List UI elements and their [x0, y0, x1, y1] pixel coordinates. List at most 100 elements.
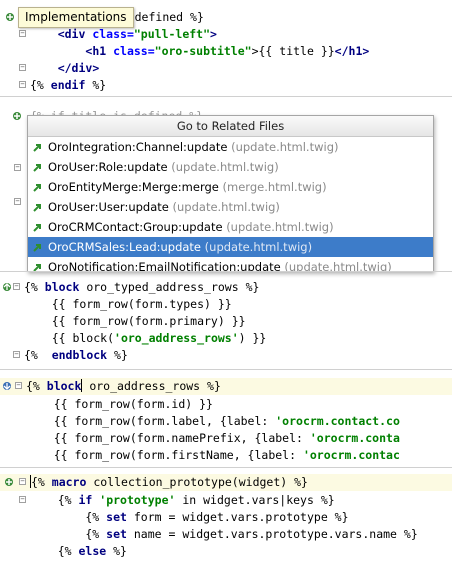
code-line[interactable]: {{ form_row(form.id) }}: [0, 396, 452, 413]
code-line[interactable]: − {% if 'prototype' in widget.vars|keys …: [0, 492, 452, 509]
fold-icon[interactable]: −: [19, 64, 26, 71]
code-line[interactable]: {% set form = widget.vars.prototype %}: [0, 509, 452, 526]
code-text: {{ block(: [24, 331, 115, 345]
fold-icon[interactable]: −: [19, 496, 26, 503]
related-file-item[interactable]: OroNotification:EmailNotification:update…: [28, 257, 433, 271]
attr-value: "oro-subtitle": [154, 44, 252, 58]
implementations-marker-icon[interactable]: [12, 111, 22, 121]
related-file-item[interactable]: OroUser:User:update (update.html.twig): [28, 197, 433, 217]
code-line-current[interactable]: − {% block oro_address_rows %}: [0, 378, 452, 395]
html-attr: class=: [92, 27, 134, 41]
implementations-marker-icon[interactable]: [4, 477, 14, 487]
twig-keyword: endblock: [51, 348, 108, 362]
twig-keyword: set: [106, 510, 127, 524]
code-text: {{ form_row(form.id) }}: [26, 397, 213, 411]
related-file-name: OroCRMSales:Lead:update: [48, 240, 202, 254]
fold-icon[interactable]: −: [19, 30, 26, 37]
overrides-marker-icon[interactable]: [2, 381, 12, 391]
string-literal: 'prototype': [99, 493, 176, 507]
code-line[interactable]: − {% endblock %}: [0, 347, 452, 364]
attr-value: "pull-left": [133, 27, 211, 41]
html-tag: <h1: [85, 44, 114, 58]
fold-icon[interactable]: −: [14, 164, 21, 171]
code-text: in widget.vars|keys %}: [175, 493, 335, 507]
twig-keyword: else: [78, 544, 107, 558]
navigate-arrow-icon: [33, 164, 41, 172]
fold-icon[interactable]: −: [19, 81, 26, 88]
related-file-path: (update.html.twig): [226, 220, 334, 234]
string-literal: 'orocrm.contac: [302, 448, 400, 462]
code-line[interactable]: {{ form_row(form.label, {label: 'orocrm.…: [0, 413, 452, 430]
related-file-item[interactable]: OroIntegration:Channel:update (update.ht…: [28, 137, 433, 157]
twig-keyword: macro: [51, 475, 87, 489]
related-file-path: (merge.html.twig): [222, 180, 327, 194]
fold-icon[interactable]: −: [19, 478, 26, 485]
code-text: {%: [24, 348, 52, 362]
related-file-path: (update.html.twig): [204, 240, 313, 254]
twig-keyword: if: [78, 493, 93, 507]
code-text: {{ form_row(form.namePrefix, {label:: [26, 431, 310, 445]
code-line[interactable]: {{ form_row(form.types) }}: [0, 296, 452, 313]
related-file-item[interactable]: OroCRMContact:Group:update (update.html.…: [28, 217, 433, 237]
code-text: {%: [31, 475, 52, 489]
code-line[interactable]: {% set name = widget.vars.prototype.vars…: [0, 526, 452, 543]
fold-icon[interactable]: −: [15, 382, 22, 389]
editor-panel-4: − {% block oro_address_rows %} {{ form_r…: [0, 378, 452, 466]
fold-icon[interactable]: −: [14, 198, 21, 205]
related-file-name: OroUser:User:update: [48, 200, 169, 214]
related-file-name: OroUser:Role:update: [48, 160, 168, 174]
code-line[interactable]: {% else %}: [0, 543, 452, 560]
divider: [0, 271, 452, 272]
code-line-current[interactable]: − {% macro collection_prototype(widget) …: [0, 474, 452, 491]
code-line[interactable]: {{ form_row(form.primary) }}: [0, 313, 452, 330]
code-text: {%: [30, 493, 79, 507]
code-line[interactable]: − </div>: [0, 60, 452, 77]
fold-icon[interactable]: −: [13, 283, 20, 290]
code-text: {%: [30, 510, 107, 524]
related-file-item[interactable]: OroEntityMerge:Merge:merge (merge.html.t…: [28, 177, 433, 197]
code-text: {%: [24, 280, 45, 294]
code-text: {{ form_row(form.label, {label:: [26, 414, 276, 428]
code-line[interactable]: {{ form_row(form.firstName, {label: 'oro…: [0, 447, 452, 464]
code-text: form = widget.vars.prototype %}: [126, 510, 349, 524]
code-text: ) }}: [238, 331, 267, 345]
code-line[interactable]: <h1 class="oro-subtitle">{{ title }}</h1…: [0, 43, 452, 60]
navigate-arrow-icon: [33, 184, 41, 192]
related-file-item[interactable]: OroCRMSales:Lead:update (update.html.twi…: [28, 237, 433, 257]
twig-keyword: set: [106, 527, 127, 541]
code-line[interactable]: − {% block oro_typed_address_rows %}: [0, 279, 452, 296]
code-text: %}: [107, 348, 128, 362]
related-file-item[interactable]: OroUser:Role:update (update.html.twig): [28, 157, 433, 177]
html-tag: </div>: [57, 61, 100, 75]
code-text: {%: [30, 544, 79, 558]
string-literal: 'oro_address_rows': [114, 331, 239, 345]
implementations-marker-icon[interactable]: [5, 12, 15, 22]
code-text: %}: [85, 78, 107, 92]
code-line[interactable]: {{ form_row(form.namePrefix, {label: 'or…: [0, 430, 452, 447]
overridden-marker-icon[interactable]: [2, 282, 12, 292]
code-text: >{{ title }}: [251, 44, 335, 58]
code-text: {{ form_row(form.primary) }}: [24, 314, 246, 328]
code-text: oro_address_rows %}: [82, 379, 221, 393]
navigate-arrow-icon: [33, 204, 41, 212]
related-file-path: (update.html.twig): [231, 140, 339, 154]
code-text: {{ form_row(form.types) }}: [24, 297, 232, 311]
html-attr: class=: [113, 44, 155, 58]
divider: [0, 467, 452, 468]
code-line[interactable]: {{ block('oro_address_rows') }}: [0, 330, 452, 347]
code-text: {{ form_row(form.firstName, {label:: [26, 448, 303, 462]
divider: [0, 369, 452, 370]
fold-icon[interactable]: −: [13, 351, 20, 358]
code-text: {%: [30, 78, 51, 92]
code-line[interactable]: − {% endif %}: [0, 77, 452, 94]
editor-panel-3: − {% block oro_typed_address_rows %} {{ …: [0, 278, 452, 368]
string-literal: 'orocrm.contact.co: [275, 414, 400, 428]
code-line[interactable]: − <div class="pull-left">: [0, 26, 452, 43]
divider: [0, 96, 452, 97]
twig-keyword: endif: [50, 78, 86, 92]
html-tag: <div: [57, 27, 93, 41]
code-text: %}: [106, 544, 127, 558]
code-text: collection_prototype(widget) %}: [86, 475, 308, 489]
